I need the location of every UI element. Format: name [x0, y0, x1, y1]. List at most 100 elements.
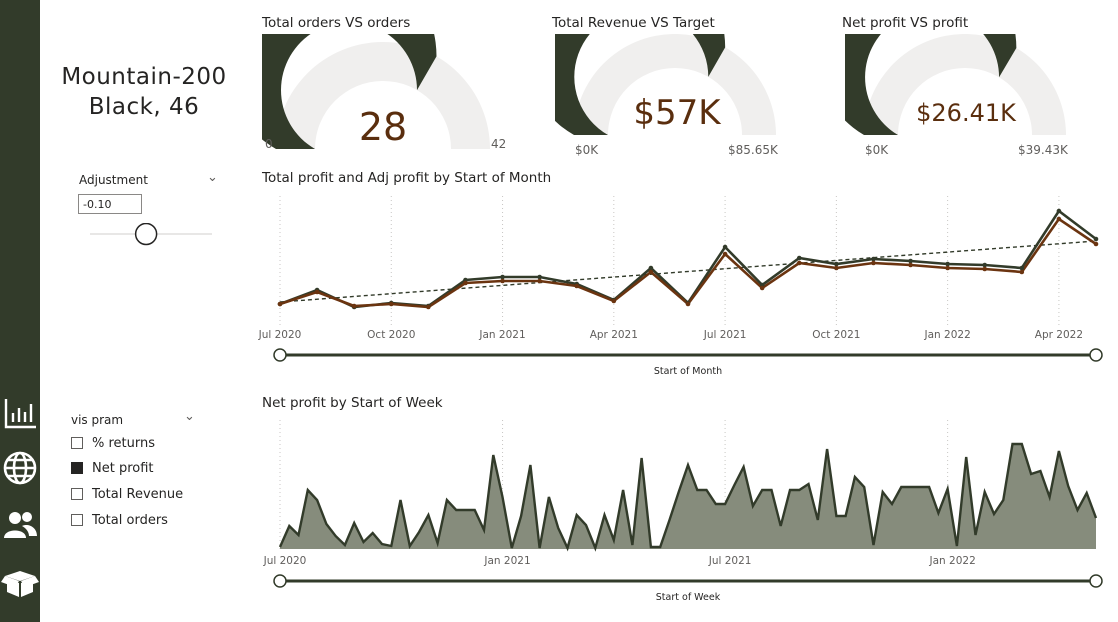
total-profit-point[interactable]: [945, 261, 950, 267]
net-profit-checkbox[interactable]: [71, 462, 83, 474]
adj-profit-point[interactable]: [500, 278, 505, 284]
adjustment-value-input[interactable]: [78, 194, 142, 214]
adj-profit-point[interactable]: [796, 260, 802, 266]
adj-profit-point[interactable]: [722, 251, 728, 257]
adj-profit-point[interactable]: [611, 298, 617, 304]
profit-line-chart-title: Total profit and Adj profit by Start of …: [262, 170, 552, 186]
bar-chart-icon[interactable]: [0, 393, 40, 433]
returns-checkbox[interactable]: [71, 437, 83, 449]
gauge-orders-title: Total orders VS orders: [262, 15, 411, 31]
month-slider-axis-label: Start of Month: [654, 366, 722, 377]
adj-profit-point[interactable]: [759, 285, 765, 291]
total-orders-checkbox[interactable]: [71, 514, 83, 526]
vis-param-option-net-profit[interactable]: Net profit: [71, 458, 154, 478]
gauge-profit-value: $26.41K: [916, 99, 1016, 127]
gauge-orders-min: 0: [265, 137, 273, 151]
adj-profit-point[interactable]: [945, 265, 950, 271]
adj-profit-point[interactable]: [685, 301, 691, 307]
adj-profit-point[interactable]: [574, 283, 580, 289]
week-slider-end-handle[interactable]: [1089, 574, 1103, 588]
vis-param-option-total-orders[interactable]: Total orders: [71, 510, 168, 530]
adj-profit-point[interactable]: [277, 301, 283, 307]
net-profit-label: Net profit: [92, 460, 154, 476]
users-icon[interactable]: [0, 505, 40, 545]
globe-icon[interactable]: [0, 448, 40, 488]
gauge-profit-title: Net profit VS profit: [842, 15, 969, 31]
total-profit-point[interactable]: [1056, 208, 1062, 214]
adj-profit-point[interactable]: [426, 304, 431, 310]
adj-profit-point[interactable]: [537, 278, 542, 284]
week-slider-start-handle[interactable]: [273, 574, 287, 588]
trend-line: [279, 240, 1097, 303]
adjustment-slider-handle[interactable]: [134, 223, 158, 246]
total-profit-point[interactable]: [834, 261, 839, 267]
total-profit-point[interactable]: [1019, 265, 1025, 271]
adjustment-slider[interactable]: [88, 223, 216, 247]
line-chart-x-tick: Oct 2020: [367, 329, 415, 341]
area-chart-x-tick: Jan 2021: [483, 555, 530, 567]
area-chart-x-tick: Jul 2020: [263, 555, 307, 567]
product-title-line2: Black, 46: [88, 94, 200, 120]
returns-label: % returns: [92, 435, 156, 451]
total-profit-point[interactable]: [537, 274, 542, 280]
gauge-profit-max: $39.43K: [1018, 143, 1068, 157]
line-chart-x-tick: Jan 2022: [924, 329, 971, 341]
adj-profit-point[interactable]: [908, 262, 913, 268]
total-profit-point[interactable]: [871, 256, 876, 262]
gauge-profit[interactable]: [845, 34, 1085, 154]
month-range-slider[interactable]: [273, 348, 1103, 362]
adj-profit-series: [279, 217, 1097, 309]
line-chart-x-tick: Jul 2021: [703, 329, 747, 341]
adj-profit-point[interactable]: [982, 266, 988, 272]
net-profit-area: [280, 444, 1096, 549]
gauge-revenue-title: Total Revenue VS Target: [552, 15, 715, 31]
gauge-orders-max: 42: [491, 137, 507, 151]
vis-param-option-total-revenue[interactable]: Total Revenue: [71, 484, 183, 504]
line-chart-x-tick: Apr 2022: [1035, 329, 1083, 341]
adj-profit-point[interactable]: [834, 265, 839, 271]
adj-profit-point[interactable]: [463, 280, 468, 286]
vis-param-title: vis pram: [71, 413, 124, 427]
adj-profit-point[interactable]: [314, 289, 320, 295]
gauge-revenue-max: $85.65K: [728, 143, 778, 157]
box-icon[interactable]: [0, 562, 40, 602]
adj-profit-point[interactable]: [388, 301, 394, 307]
total-profit-point[interactable]: [908, 258, 913, 264]
adjustment-title: Adjustment: [79, 173, 148, 187]
product-title: Mountain-200 Black, 46: [44, 62, 244, 122]
total-profit-point[interactable]: [648, 265, 654, 271]
weekly-profit-chart-title: Net profit by Start of Week: [262, 395, 443, 411]
total-profit-point[interactable]: [722, 244, 728, 250]
adj-profit-point[interactable]: [871, 260, 876, 266]
product-title-line1: Mountain-200: [61, 64, 227, 90]
total-profit-point[interactable]: [796, 255, 802, 261]
profit-line-chart[interactable]: Jul 2020 Oct 2020 Jan 2021 Apr 2021 Jul 2021…: [255, 188, 1115, 388]
month-slider-start-handle[interactable]: [273, 348, 287, 362]
month-slider-end-handle[interactable]: [1089, 348, 1103, 362]
line-chart-x-tick: Jan 2021: [478, 329, 525, 341]
total-revenue-checkbox[interactable]: [71, 488, 83, 500]
adj-profit-point[interactable]: [648, 269, 654, 275]
vis-param-option-returns[interactable]: % returns: [71, 433, 155, 453]
line-chart-x-tick: Jul 2020: [258, 329, 302, 341]
left-nav-bar: [0, 0, 40, 622]
weekly-profit-area-chart[interactable]: Jul 2020 Jan 2021 Jul 2021 Jan 2022 Start o…: [255, 414, 1115, 614]
adjustment-dropdown-chevron-icon[interactable]: ⌄: [207, 170, 218, 185]
week-slider-axis-label: Start of Week: [656, 592, 721, 603]
total-profit-point[interactable]: [982, 262, 988, 268]
week-range-slider[interactable]: [273, 574, 1103, 588]
total-revenue-label: Total Revenue: [92, 486, 184, 502]
area-chart-x-tick: Jul 2021: [708, 555, 752, 567]
gauge-revenue-value: $57K: [633, 93, 721, 133]
total-profit-point[interactable]: [1093, 236, 1099, 242]
gauge-profit-min: $0K: [865, 143, 889, 157]
adj-profit-point[interactable]: [1056, 216, 1062, 222]
total-orders-label: Total orders: [92, 512, 168, 528]
total-profit-point[interactable]: [500, 274, 505, 280]
adj-profit-point[interactable]: [351, 303, 357, 309]
gauge-revenue-min: $0K: [575, 143, 599, 157]
adj-profit-point[interactable]: [1093, 241, 1099, 247]
adj-profit-point[interactable]: [1019, 269, 1025, 275]
line-chart-x-tick: Oct 2021: [812, 329, 860, 341]
vis-param-dropdown-chevron-icon[interactable]: ⌄: [184, 409, 195, 424]
